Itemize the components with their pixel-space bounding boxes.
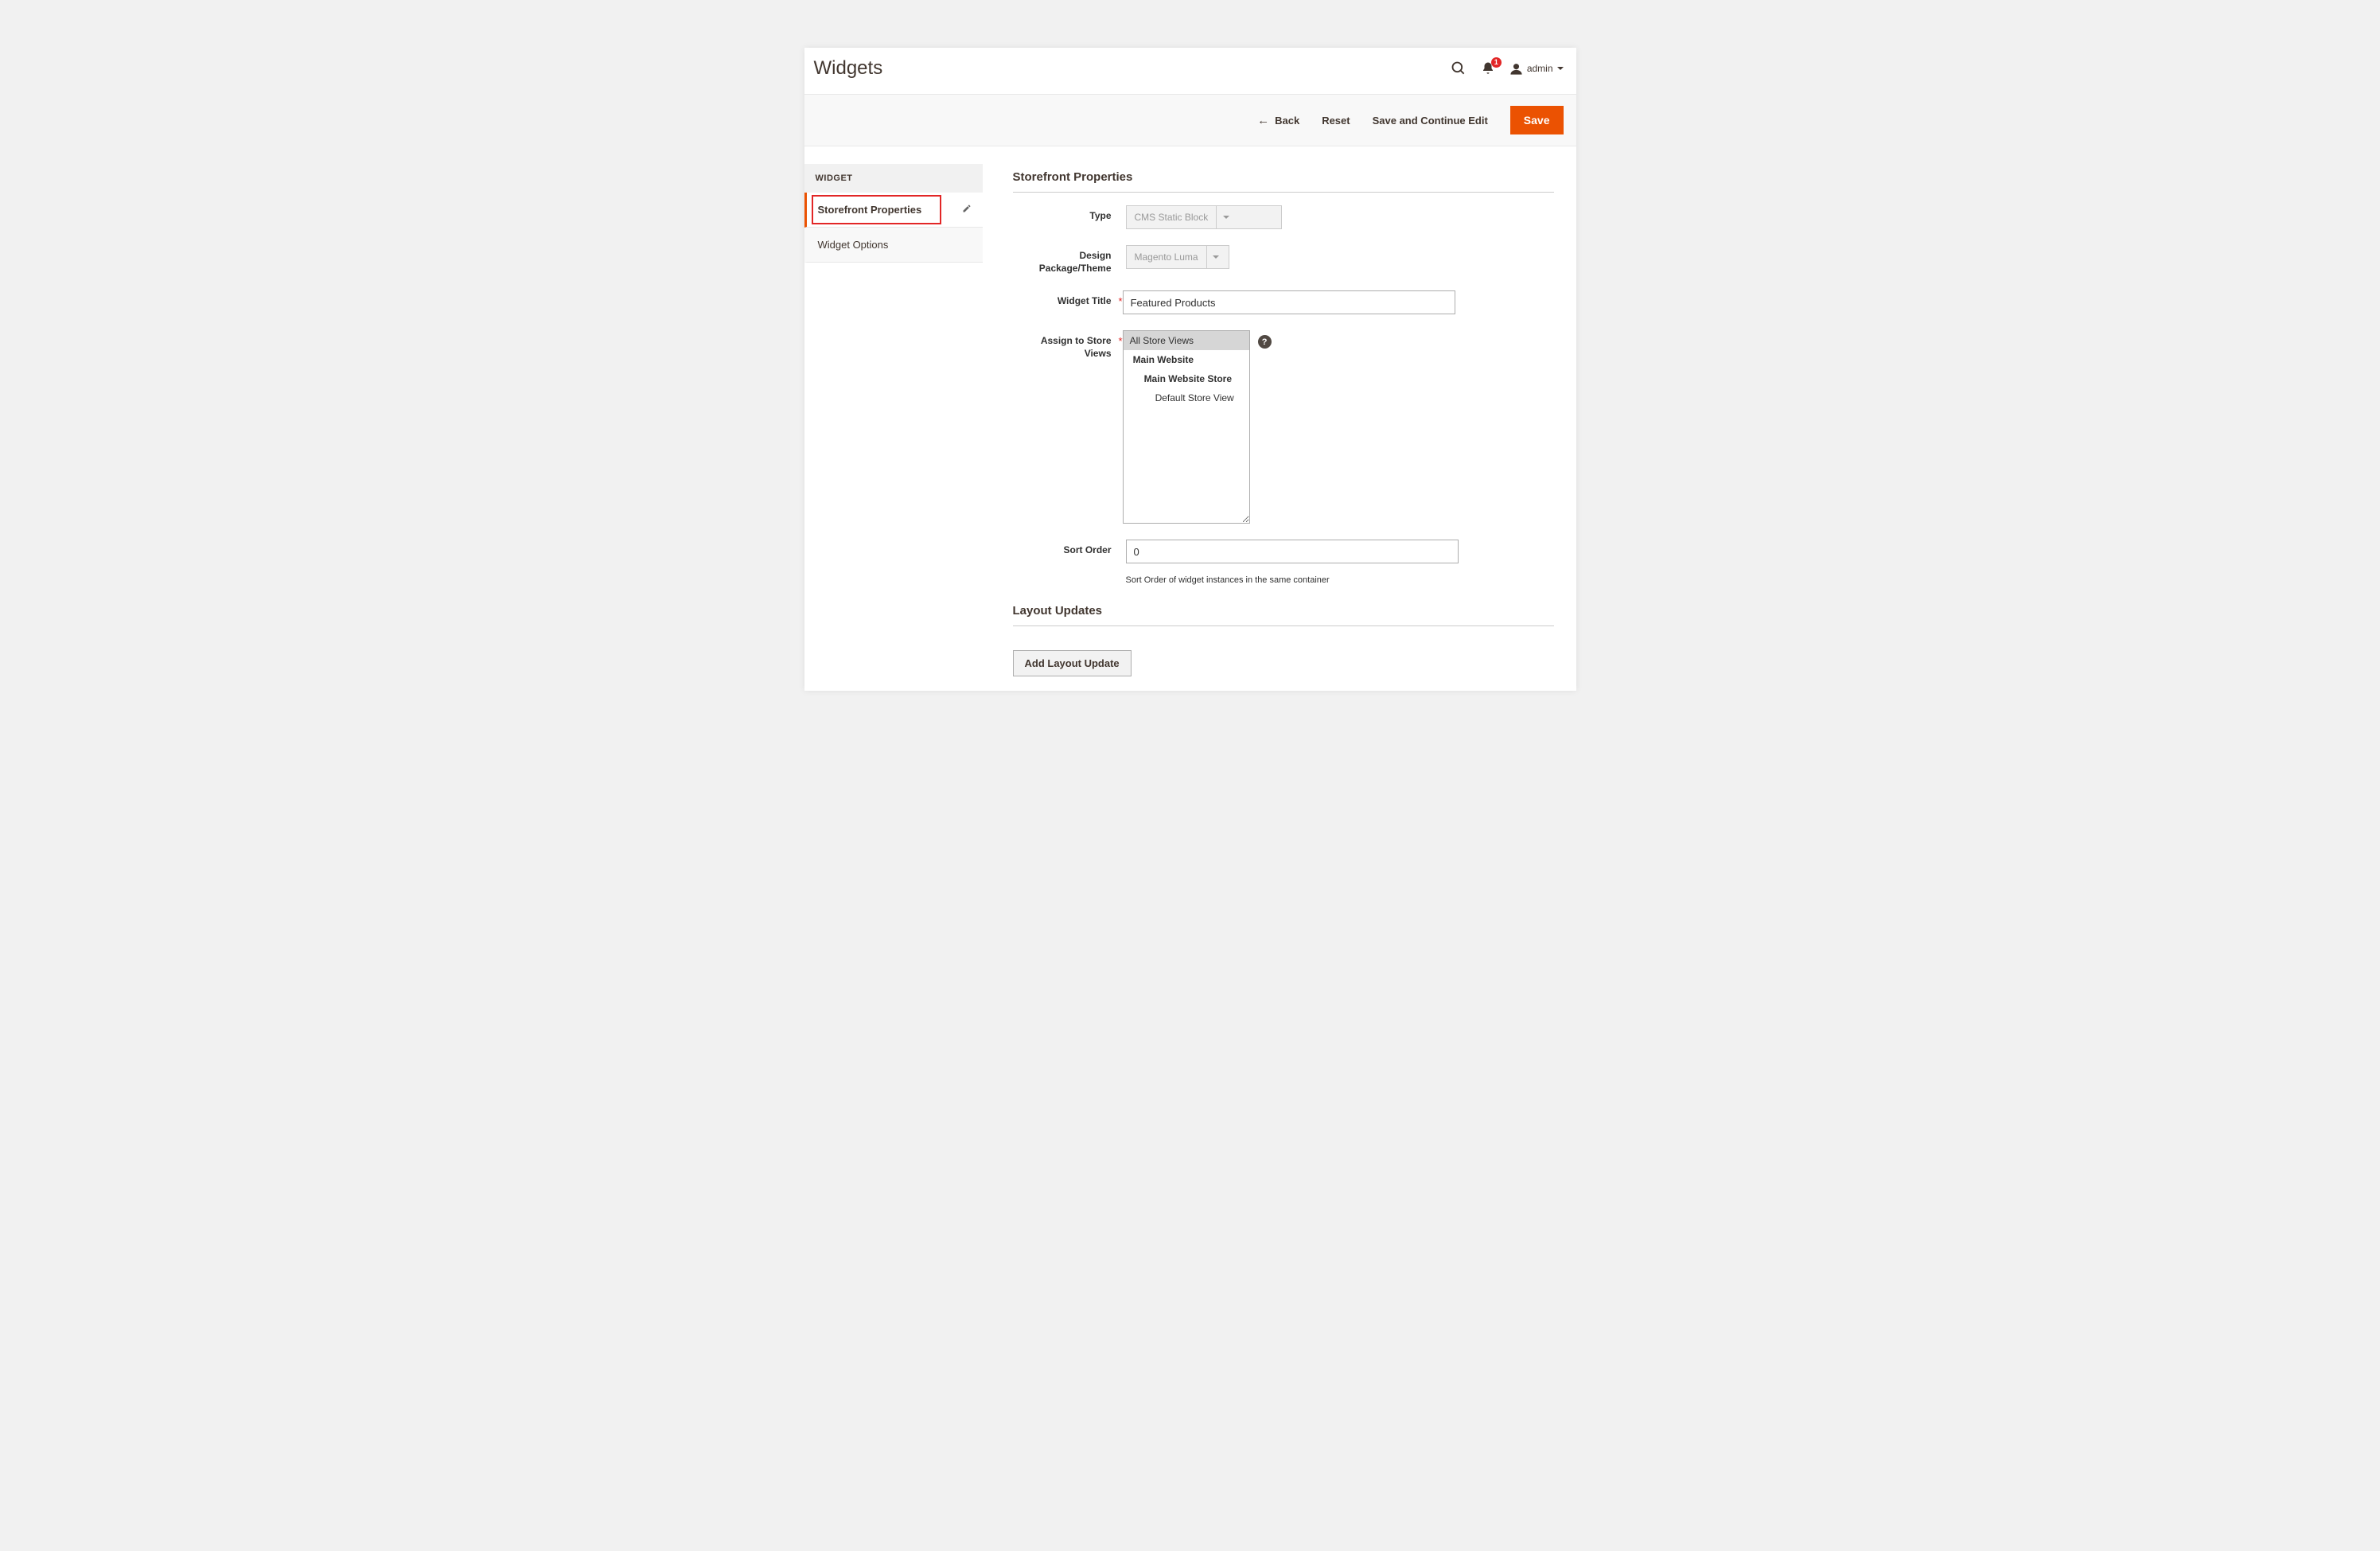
save-button[interactable]: Save (1510, 106, 1564, 134)
sidebar: WIDGET Storefront Properties Widget Opti… (804, 146, 983, 691)
store-option-main-website[interactable]: Main Website (1124, 350, 1249, 369)
action-bar: ← Back Reset Save and Continue Edit Save (804, 94, 1576, 146)
section-title-layout: Layout Updates (1013, 604, 1554, 626)
type-label: Type (1013, 205, 1116, 229)
back-button[interactable]: ← Back (1257, 115, 1299, 127)
chevron-down-icon (1216, 206, 1235, 228)
store-option-all[interactable]: All Store Views (1124, 331, 1249, 350)
edit-icon (962, 204, 972, 216)
help-icon[interactable]: ? (1258, 335, 1272, 349)
store-option-main-store[interactable]: Main Website Store (1124, 369, 1249, 388)
page-title: Widgets (814, 57, 1451, 80)
store-views-multiselect[interactable]: All Store Views Main Website Main Websit… (1123, 330, 1250, 524)
sort-order-label: Sort Order (1013, 540, 1116, 585)
user-name: admin (1527, 63, 1553, 74)
search-icon[interactable] (1451, 60, 1467, 76)
user-menu[interactable]: admin (1509, 62, 1564, 76)
sort-order-note: Sort Order of widget instances in the sa… (1126, 575, 1330, 585)
store-views-label: Assign to Store Views (1013, 330, 1116, 524)
widget-title-input[interactable] (1123, 290, 1455, 314)
add-layout-update-button[interactable]: Add Layout Update (1013, 650, 1132, 676)
store-option-default-view[interactable]: Default Store View (1124, 388, 1249, 407)
theme-label: Design Package/Theme (1013, 245, 1116, 275)
sort-order-input[interactable] (1126, 540, 1459, 563)
save-continue-button[interactable]: Save and Continue Edit (1373, 115, 1488, 127)
user-icon (1509, 62, 1523, 76)
type-select: CMS Static Block (1126, 205, 1282, 229)
sidebar-item-label: Widget Options (818, 239, 889, 251)
sidebar-item-label: Storefront Properties (818, 204, 922, 216)
theme-select: Magento Luma (1126, 245, 1229, 269)
notification-count-badge: 1 (1491, 57, 1502, 68)
sidebar-heading: WIDGET (804, 164, 983, 193)
sidebar-item-widget-options[interactable]: Widget Options (804, 228, 983, 263)
chevron-down-icon (1206, 246, 1225, 268)
notifications-button[interactable]: 1 (1481, 61, 1495, 76)
sidebar-item-storefront-properties[interactable]: Storefront Properties (804, 193, 983, 228)
arrow-left-icon: ← (1257, 115, 1269, 127)
section-title-storefront: Storefront Properties (1013, 170, 1554, 193)
chevron-down-icon (1557, 67, 1564, 70)
widget-title-label: Widget Title (1013, 290, 1116, 314)
reset-button[interactable]: Reset (1322, 115, 1350, 127)
